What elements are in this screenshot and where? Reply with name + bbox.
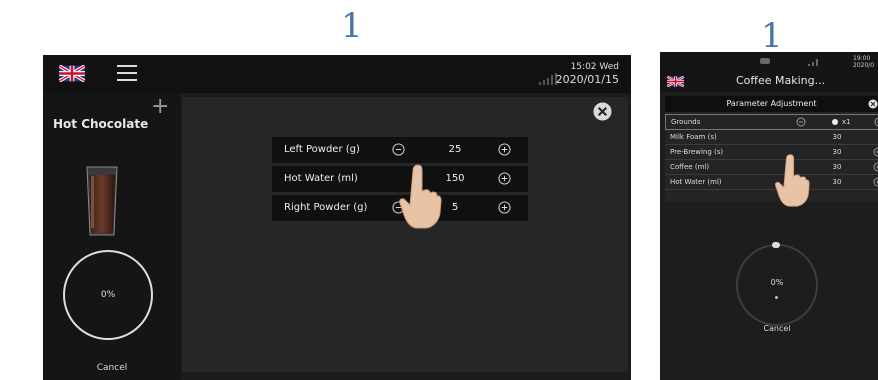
time-text: 15:02 Wed — [570, 62, 619, 72]
clock: 19:00 2020/0 — [853, 55, 874, 69]
plus-circle-icon[interactable] — [498, 201, 511, 214]
progress-center-dot — [775, 296, 778, 299]
param-row-pre-brewing: Pre-Brewing (s) 30 — [665, 145, 878, 160]
wifi-icon — [760, 58, 770, 64]
param-value: 25 — [448, 144, 462, 155]
param-value: 30 — [832, 163, 842, 171]
progress-percent: 0% — [100, 290, 116, 300]
hamburger-menu-icon[interactable] — [117, 65, 137, 81]
plus-circle-icon[interactable] — [498, 143, 511, 156]
parameter-adjustment-panel: Parameter Adjustment Grounds x1 Milk Foa… — [665, 96, 878, 202]
screen-title: Coffee Making... — [736, 74, 826, 87]
minus-icon[interactable] — [796, 117, 806, 127]
param-label: Grounds — [671, 118, 701, 126]
param-label: Hot Water (ml) — [284, 173, 358, 184]
date-text: 2020/01/15 — [555, 73, 619, 86]
param-value: 150 — [445, 173, 465, 184]
clock: 15:02 Wed 2020/01/15 — [556, 62, 619, 86]
bean-icon — [832, 119, 838, 125]
param-value: 30 — [832, 148, 842, 156]
close-icon[interactable] — [868, 99, 878, 109]
plus-circle-icon[interactable] — [873, 177, 878, 187]
plus-circle-icon[interactable] — [873, 147, 878, 157]
cancel-button[interactable]: Cancel — [736, 324, 818, 333]
param-value: 5 — [451, 202, 459, 213]
param-label: Pre-Brewing (s) — [670, 148, 724, 156]
plus-circle-icon[interactable] — [873, 162, 878, 172]
param-label: Right Powder (g) — [284, 202, 368, 213]
top-bar: 19:00 2020/0 Coffee Making... — [660, 52, 878, 92]
product-name: Hot Chocolate — [53, 117, 149, 131]
param-row-grounds: Grounds x1 — [665, 114, 878, 130]
panel-title: Parameter Adjustment — [665, 96, 878, 112]
minus-icon[interactable] — [392, 143, 405, 156]
uk-flag-icon[interactable] — [59, 65, 85, 82]
date-text: 2020/0 — [853, 62, 875, 69]
param-label: Milk Foam (s) — [670, 133, 717, 141]
coffee-making-screen: 19:00 2020/0 Coffee Making... Parameter … — [660, 52, 878, 380]
param-label: Coffee (ml) — [670, 163, 710, 171]
glass-cup-icon — [86, 166, 118, 236]
plus-icon[interactable]: + — [151, 96, 169, 118]
param-label: Left Powder (g) — [284, 144, 360, 155]
param-row-milk-foam: Milk Foam (s) 30 — [665, 130, 878, 145]
param-row-coffee: Coffee (ml) 30 — [665, 160, 878, 175]
param-label: Hot Water (ml) — [670, 178, 722, 186]
uk-flag-icon[interactable] — [667, 76, 684, 87]
param-value: x1 — [842, 118, 851, 126]
cancel-button[interactable]: Cancel — [43, 363, 181, 373]
step-number-label: 1 — [761, 16, 783, 56]
pointing-hand-icon — [775, 154, 810, 207]
param-value: 30 — [832, 178, 842, 186]
parameter-panel: Left Powder (g) 25 Hot Water (ml) 150 Ri… — [182, 97, 628, 372]
product-sidebar: + Hot Chocolate 0% Cancel — [43, 93, 181, 380]
signal-icon — [808, 59, 818, 66]
close-icon[interactable] — [593, 102, 612, 121]
signal-icon — [539, 73, 557, 85]
progress-indicator — [772, 242, 780, 248]
top-bar: 15:02 Wed 2020/01/15 — [43, 55, 631, 93]
time-text: 19:00 — [853, 55, 871, 62]
plus-circle-icon[interactable] — [874, 117, 878, 127]
param-row-hot-water: Hot Water (ml) 30 — [665, 175, 878, 190]
param-row-left-powder: Left Powder (g) 25 — [272, 137, 528, 163]
pointing-hand-icon — [399, 164, 442, 229]
step-number-label: 1 — [341, 6, 363, 46]
hot-chocolate-screen: 15:02 Wed 2020/01/15 + Hot Chocolate 0% … — [43, 55, 631, 380]
progress-ring: 0% — [63, 250, 153, 340]
plus-circle-icon[interactable] — [498, 172, 511, 185]
param-value: 30 — [832, 133, 842, 141]
progress-percent: 0% — [770, 278, 784, 287]
